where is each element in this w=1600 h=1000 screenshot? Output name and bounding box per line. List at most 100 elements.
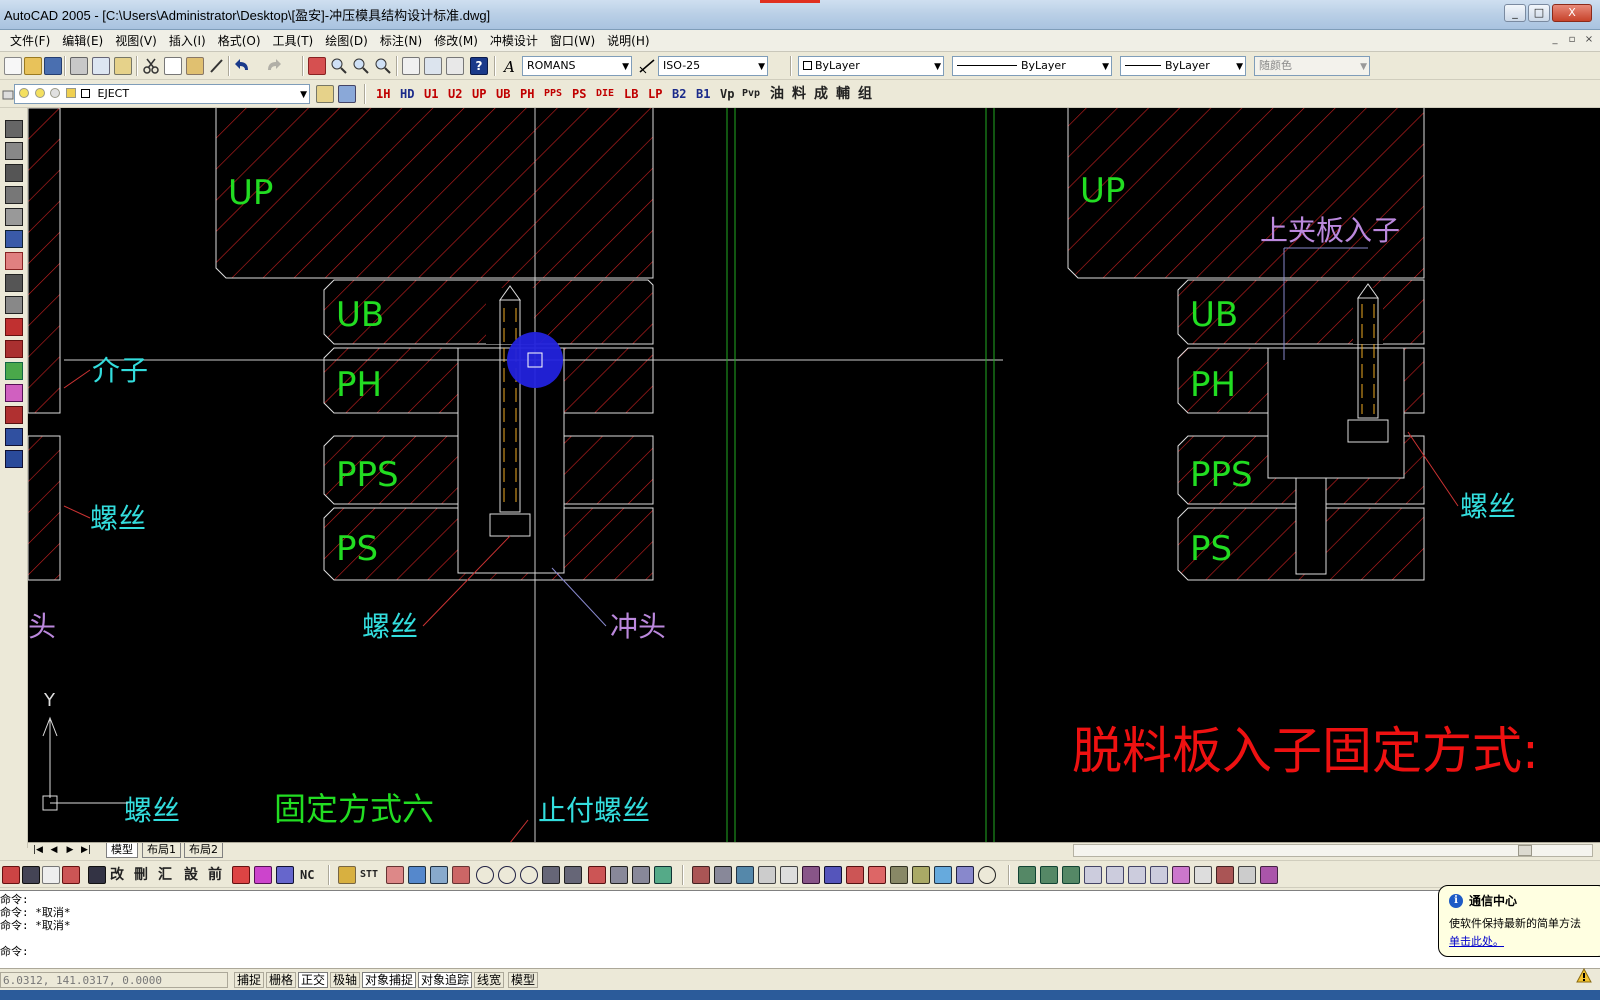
dim-style-icon[interactable] <box>638 57 656 75</box>
cut-icon[interactable] <box>142 57 160 75</box>
tab-first-button[interactable]: |◀ <box>32 844 44 856</box>
tool-target-icon[interactable] <box>978 866 996 884</box>
command-window[interactable]: 命令: 命令: *取消* 命令: *取消* 命令: <box>0 890 1600 968</box>
doc-restore-button[interactable]: ▫ <box>1565 33 1579 47</box>
tool-pink-icon[interactable] <box>62 866 80 884</box>
counterbore-icon[interactable] <box>5 340 23 358</box>
tab-last-button[interactable]: ▶| <box>80 844 92 856</box>
redo-icon[interactable] <box>264 57 282 75</box>
tool-b1-icon[interactable] <box>1018 866 1036 884</box>
toolbar-aux-button[interactable]: 輔 <box>836 85 850 103</box>
dim-style-select[interactable]: ISO-25 ▼ <box>658 56 768 76</box>
insert-block-icon[interactable] <box>5 252 23 270</box>
properties-icon[interactable] <box>402 57 420 75</box>
tool-a13-icon[interactable] <box>956 866 974 884</box>
zoom-window-icon[interactable] <box>352 57 370 75</box>
horizontal-scrollbar[interactable] <box>1073 844 1593 857</box>
balloon-link[interactable]: 单击此处。 <box>1449 933 1600 949</box>
tool-a6-icon[interactable] <box>802 866 820 884</box>
communication-center-balloon[interactable]: i 通信中心 使软件保持最新的简单方法 单击此处。 <box>1438 885 1600 957</box>
grid-toggle[interactable]: 栅格 <box>266 972 297 988</box>
tool-a10-icon[interactable] <box>890 866 908 884</box>
menu-view[interactable]: 视图(V) <box>109 30 163 52</box>
help-icon[interactable]: ? <box>470 57 488 75</box>
blue-tool-2-icon[interactable] <box>5 450 23 468</box>
tool-a9-icon[interactable] <box>868 866 886 884</box>
tool-b7-icon[interactable] <box>1150 866 1168 884</box>
linetype-select[interactable]: ByLayer ▼ <box>952 56 1112 76</box>
toolbar-pps-button[interactable]: PPS <box>544 85 562 103</box>
red-tool-icon[interactable] <box>5 406 23 424</box>
tool-b8-icon[interactable] <box>1172 866 1190 884</box>
model-toggle[interactable]: 模型 <box>508 972 539 988</box>
tab-layout1[interactable]: 布局1 <box>142 843 181 858</box>
tool-b11-icon[interactable] <box>1238 866 1256 884</box>
tool-clamp-icon[interactable] <box>542 866 560 884</box>
osnap-toggle[interactable]: 对象捕捉 <box>362 972 417 988</box>
lineweight-select[interactable]: ByLayer ▼ <box>1120 56 1246 76</box>
polar-toggle[interactable]: 极轴 <box>330 972 361 988</box>
tool-a4-icon[interactable] <box>758 866 776 884</box>
zoom-previous-icon[interactable] <box>374 57 392 75</box>
tool-layers-icon[interactable] <box>654 866 672 884</box>
toolbar-up-button[interactable]: UP <box>472 85 486 103</box>
tool-b12-icon[interactable] <box>1260 866 1278 884</box>
toolbar-oil-button[interactable]: 油 <box>770 85 784 103</box>
drawing-canvas[interactable]: UP UB PH PPS PS UP UB PH PPS PS 介子 螺丝 头 … <box>28 108 1600 848</box>
tool-a8-icon[interactable] <box>846 866 864 884</box>
coordinate-readout[interactable]: 6.0312, 141.0317, 0.0000 <box>0 972 228 988</box>
warning-icon[interactable] <box>1576 967 1592 984</box>
menu-dimension[interactable]: 标注(N) <box>374 30 428 52</box>
aux-icon[interactable] <box>5 318 23 336</box>
tool-b9-icon[interactable] <box>1194 866 1212 884</box>
text-style-icon[interactable]: A <box>502 57 520 76</box>
tool-b10-icon[interactable] <box>1216 866 1234 884</box>
tool-a11-icon[interactable] <box>912 866 930 884</box>
copy-icon[interactable] <box>164 57 182 75</box>
tool-ring-icon[interactable] <box>520 866 538 884</box>
ortho-toggle[interactable]: 正交 <box>298 972 329 988</box>
scrollbar-thumb[interactable] <box>1518 845 1532 856</box>
tool-yellow-icon[interactable] <box>338 866 356 884</box>
tool-a7-icon[interactable] <box>824 866 842 884</box>
layer-previous-icon[interactable] <box>338 85 356 103</box>
tab-model[interactable]: 模型 <box>106 843 138 858</box>
layer-manager-icon[interactable] <box>2 85 14 103</box>
toolbar-ub-button[interactable]: UB <box>496 85 510 103</box>
tool-b2-icon[interactable] <box>1040 866 1058 884</box>
publish-icon[interactable] <box>114 57 132 75</box>
toolbar-material-button[interactable]: 料 <box>792 85 806 103</box>
toolbar-summary-button[interactable]: 汇 <box>158 866 172 884</box>
save-icon[interactable] <box>44 57 62 75</box>
toolbar-setup-button[interactable]: 設 <box>184 866 198 884</box>
tool-b5-icon[interactable] <box>1106 866 1124 884</box>
tool-stamp-icon[interactable] <box>88 866 106 884</box>
menu-file[interactable]: 文件(F) <box>4 30 56 52</box>
lineweight-toggle[interactable]: 线宽 <box>474 972 505 988</box>
pan-icon[interactable] <box>308 57 326 75</box>
paste-icon[interactable] <box>186 57 204 75</box>
command-prompt[interactable]: 命令: <box>0 945 29 958</box>
toolbar-stt-button[interactable]: STT <box>360 866 378 884</box>
doc-minimize-button[interactable]: _ <box>1548 33 1562 47</box>
new-file-icon[interactable] <box>4 57 22 75</box>
design-center-icon[interactable] <box>424 57 442 75</box>
text-style-select[interactable]: ROMANS ▼ <box>522 56 632 76</box>
tool-a3-icon[interactable] <box>736 866 754 884</box>
toolbar-modify-button[interactable]: 改 <box>110 866 124 884</box>
tool-b6-icon[interactable] <box>1128 866 1146 884</box>
maximize-button[interactable]: □ <box>1528 4 1550 22</box>
tool-square-icon[interactable] <box>276 866 294 884</box>
tool-block-icon[interactable] <box>588 866 606 884</box>
close-button[interactable]: X <box>1552 4 1592 22</box>
toolbar-ph-button[interactable]: PH <box>520 85 534 103</box>
menu-modify[interactable]: 修改(M) <box>428 30 484 52</box>
toolbar-u1-button[interactable]: U1 <box>424 85 438 103</box>
layer-stack-icon[interactable] <box>5 230 23 248</box>
tool-a2-icon[interactable] <box>714 866 732 884</box>
toolbar-1h-button[interactable]: 1H <box>376 85 390 103</box>
tool-a5-icon[interactable] <box>780 866 798 884</box>
screw-icon[interactable] <box>5 296 23 314</box>
snap-toggle[interactable]: 捕捉 <box>234 972 265 988</box>
tool-ladder-icon[interactable] <box>452 866 470 884</box>
